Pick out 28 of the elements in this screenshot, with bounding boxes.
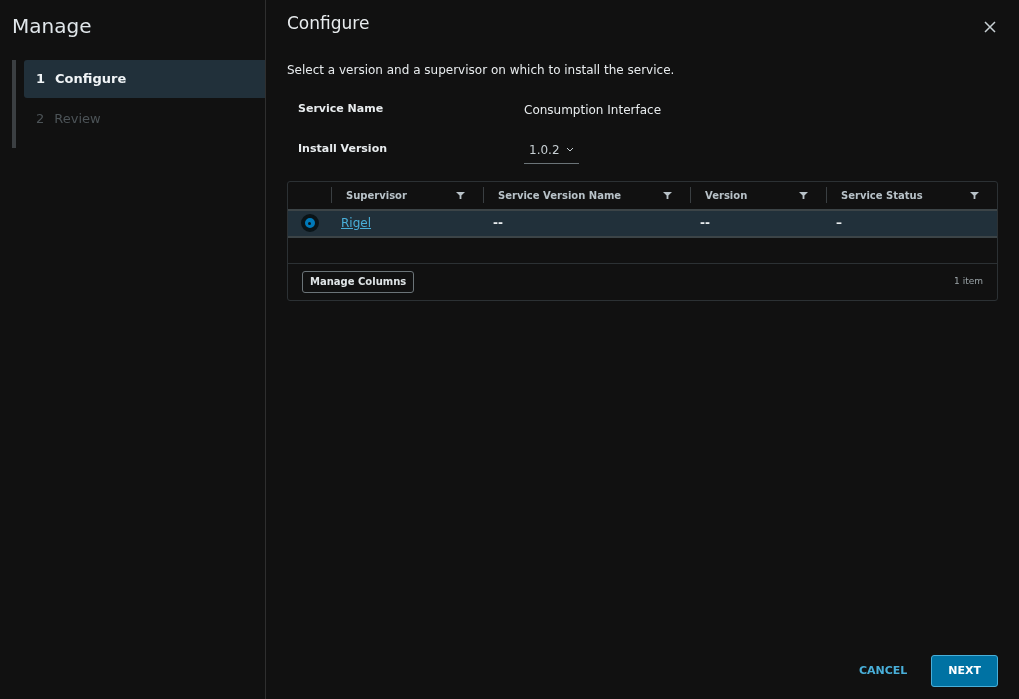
sidebar-title: Manage [11,13,93,40]
column-header[interactable]: Supervisor [346,187,407,203]
chevron-down-icon [565,147,574,152]
table-cell: -- [700,216,710,230]
column-header[interactable]: Service Version Name [498,187,622,203]
filter-icon[interactable] [970,190,979,200]
table-cell: -- [493,216,503,230]
field-value: Consumption Interface [524,101,661,119]
manage-columns-button[interactable]: Manage Columns [302,270,415,293]
table-row[interactable]: Rigel -- -- – [288,210,997,238]
wizard-step[interactable]: 1 Configure [24,60,265,98]
next-button[interactable]: NEXT [931,655,998,687]
cancel-button[interactable]: CANCEL [858,655,908,687]
filter-icon[interactable] [663,190,672,200]
table-cell: – [836,216,842,230]
close-icon[interactable] [984,20,996,33]
supervisor-link[interactable]: Rigel [341,216,371,230]
radio-button[interactable] [300,214,319,232]
column-header[interactable]: Service Status [841,187,923,203]
field-label: Install Version [298,140,389,157]
column-header[interactable]: Version [705,187,748,203]
field-label: Service Name [298,100,385,117]
version-select[interactable]: 1.0.2 [524,140,579,164]
filter-icon[interactable] [456,190,465,200]
dialog-title: Configure [287,12,370,35]
description: Select a version and a supervisor on which to install the service. [287,61,676,79]
item-count: 1 item [954,274,983,288]
filter-icon[interactable] [799,190,808,200]
